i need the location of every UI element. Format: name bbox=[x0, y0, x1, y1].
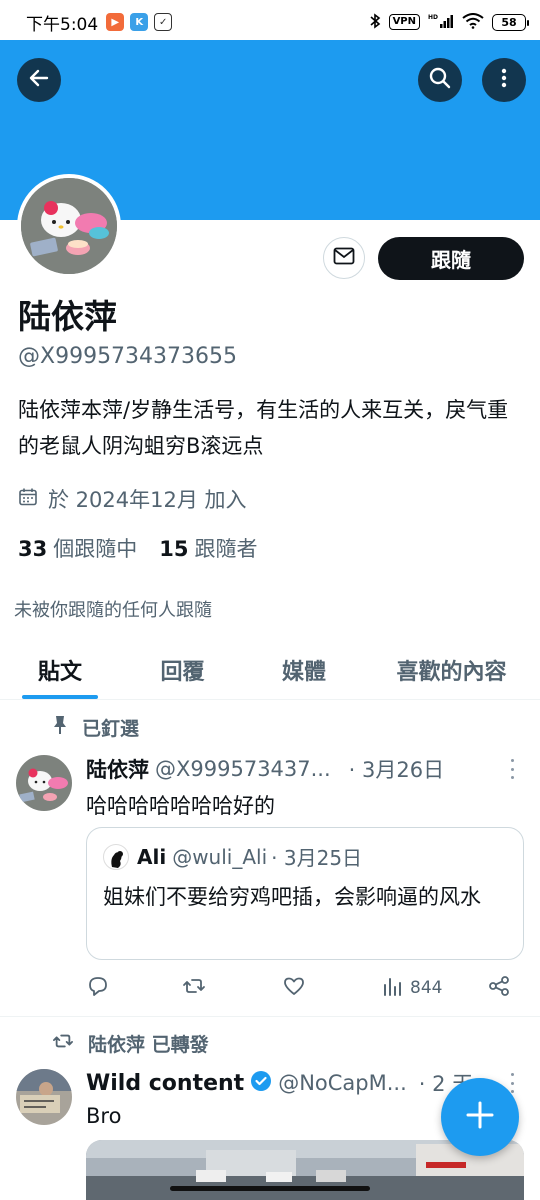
following-count: 33 bbox=[18, 537, 48, 561]
post-text: 哈哈哈哈哈哈哈好的 bbox=[86, 794, 275, 818]
quoted-post-date: · 3月25日 bbox=[271, 846, 363, 870]
post-author-avatar[interactable] bbox=[16, 1069, 72, 1125]
not-followed-note: 未被你跟隨的任何人跟隨 bbox=[14, 600, 212, 621]
back-button[interactable] bbox=[17, 58, 61, 102]
joined-date: 於 2024年12月 加入 bbox=[18, 484, 247, 514]
followers-link[interactable]: 15 跟隨者 bbox=[159, 533, 257, 563]
post-author-avatar[interactable] bbox=[16, 755, 72, 811]
tab-posts[interactable]: 貼文 bbox=[0, 640, 120, 699]
retweet-label: 陆依萍 已轉發 bbox=[88, 1034, 209, 1056]
profile-avatar[interactable] bbox=[17, 174, 121, 278]
k-app-icon: K bbox=[130, 13, 149, 31]
search-icon bbox=[428, 66, 452, 94]
retweet-icon bbox=[182, 974, 206, 1003]
reply-icon bbox=[86, 974, 110, 1003]
post-author-name[interactable]: Wild content bbox=[86, 1071, 244, 1096]
quoted-author-name: Ali bbox=[137, 844, 167, 869]
share-icon bbox=[488, 975, 510, 1002]
views-count: 844 bbox=[410, 978, 443, 998]
signal-icon: HD bbox=[428, 13, 454, 32]
post-author-handle: @X999573437... bbox=[155, 757, 331, 781]
followers-count: 15 bbox=[159, 537, 189, 561]
heart-icon bbox=[282, 974, 306, 1003]
tab-label: 回覆 bbox=[160, 659, 205, 685]
post-header: 陆依萍 @X999573437... · 3月26日 bbox=[86, 754, 444, 784]
retweet-button[interactable] bbox=[182, 974, 282, 1003]
pin-icon bbox=[52, 715, 68, 740]
wifi-icon bbox=[462, 12, 484, 32]
retweet-small-icon bbox=[52, 1031, 74, 1056]
plus-icon bbox=[465, 1100, 495, 1134]
tab-replies[interactable]: 回覆 bbox=[120, 640, 245, 699]
video-app-icon: ▶ bbox=[106, 13, 125, 31]
follow-stats: 33 個跟隨中 15 跟隨者 bbox=[18, 533, 257, 563]
like-button[interactable] bbox=[282, 974, 382, 1003]
pinned-indicator: 已釘選 bbox=[52, 714, 139, 741]
tab-media[interactable]: 媒體 bbox=[245, 640, 363, 699]
message-button[interactable] bbox=[323, 237, 365, 279]
avatar-image bbox=[21, 178, 117, 274]
status-bar: 下午5:04 ▶ K ✓ VPN HD 58 bbox=[0, 0, 540, 44]
more-options-button[interactable] bbox=[482, 58, 526, 102]
home-indicator[interactable] bbox=[170, 1186, 370, 1191]
reply-button[interactable] bbox=[86, 974, 182, 1003]
quoted-author-handle: @wuli_Ali bbox=[172, 844, 268, 869]
quoted-post-header: Ali @wuli_Ali · 3月25日 bbox=[103, 842, 362, 871]
search-button[interactable] bbox=[418, 58, 462, 102]
compose-post-button[interactable] bbox=[441, 1078, 519, 1156]
quoted-post[interactable]: Ali @wuli_Ali · 3月25日 姐妹们不要给穷鸡吧插，会影响逼的风水 bbox=[86, 827, 524, 960]
profile-bio: 陆依萍本萍/岁静生活号，有生活的人来互关，戾气重的老鼠人阴沟蛆穷B滚远点 bbox=[18, 398, 509, 458]
status-time: 下午5:04 bbox=[26, 14, 99, 35]
post-date[interactable]: · 3月26日 bbox=[349, 754, 444, 784]
status-right: VPN HD 58 bbox=[369, 12, 529, 32]
profile-tabs: 貼文 回覆 媒體 喜歡的內容 bbox=[0, 640, 540, 700]
following-label: 個跟隨中 bbox=[53, 537, 138, 561]
profile-handle: @X9995734373655 bbox=[18, 344, 238, 369]
quoted-author-avatar bbox=[103, 843, 129, 870]
follow-button[interactable]: 跟隨 bbox=[378, 237, 524, 280]
svg-text:HD: HD bbox=[428, 14, 438, 21]
share-button[interactable] bbox=[488, 975, 510, 1002]
shield-icon: ✓ bbox=[154, 13, 173, 31]
tab-label: 媒體 bbox=[281, 659, 326, 685]
calendar-icon bbox=[18, 487, 38, 512]
post-author-name[interactable]: 陆依萍 bbox=[86, 754, 149, 784]
views-button[interactable]: 844 bbox=[382, 975, 488, 1002]
joined-text: 於 2024年12月 加入 bbox=[48, 488, 247, 512]
post-actions: 844 bbox=[86, 970, 524, 1006]
post-text: Bro bbox=[86, 1104, 122, 1128]
envelope-icon bbox=[333, 247, 355, 269]
tab-label: 喜歡的內容 bbox=[396, 659, 507, 685]
retweet-indicator: 陆依萍 已轉發 bbox=[52, 1030, 209, 1057]
tab-label: 貼文 bbox=[37, 659, 82, 685]
quoted-post-text: 姐妹们不要给穷鸡吧插，会影响逼的风水 bbox=[103, 885, 481, 909]
following-link[interactable]: 33 個跟隨中 bbox=[18, 533, 137, 563]
post-author-handle: @NoCapM... bbox=[278, 1071, 407, 1095]
post-more-button[interactable] bbox=[504, 757, 520, 781]
post-header: Wild content @NoCapM... · 2 天 bbox=[86, 1068, 473, 1098]
more-vertical-icon bbox=[492, 66, 516, 94]
arrow-left-icon bbox=[27, 66, 51, 94]
followers-label: 跟隨者 bbox=[194, 537, 258, 561]
battery-indicator: 58 bbox=[492, 13, 529, 31]
vpn-badge: VPN bbox=[388, 14, 420, 30]
bluetooth-icon bbox=[369, 12, 381, 32]
pinned-label: 已釘選 bbox=[82, 718, 140, 740]
bar-chart-icon bbox=[382, 975, 404, 1002]
profile-display-name: 陆依萍 bbox=[18, 297, 117, 336]
status-notification-icons: ▶ K ✓ bbox=[106, 13, 173, 31]
tab-likes[interactable]: 喜歡的內容 bbox=[363, 640, 540, 699]
post-divider bbox=[0, 1016, 540, 1017]
verified-badge-icon bbox=[250, 1070, 272, 1097]
